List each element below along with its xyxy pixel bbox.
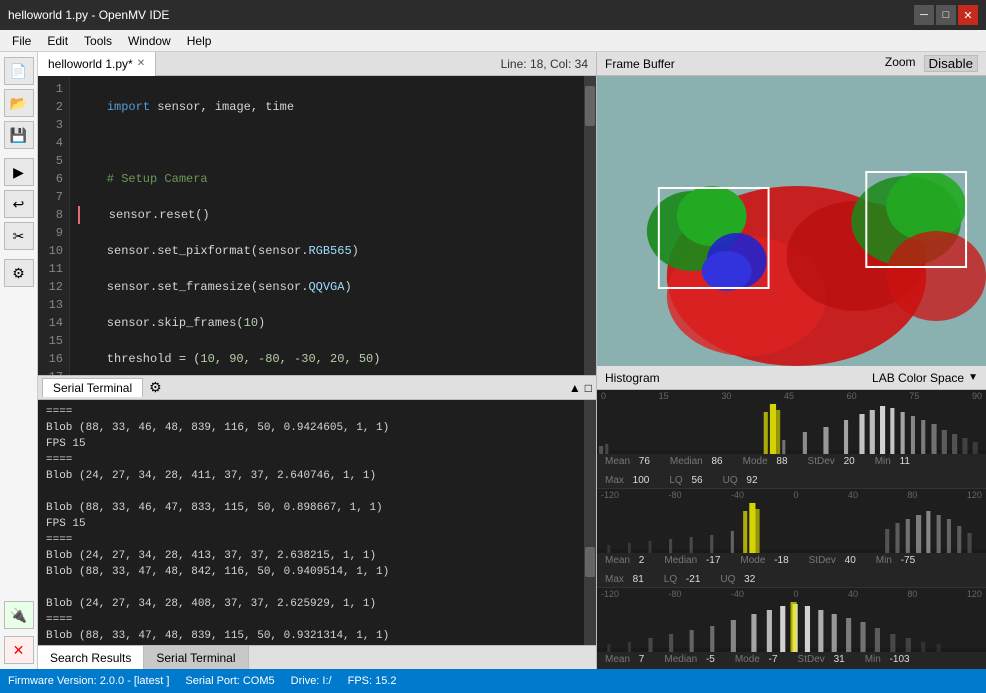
serial-line: Blob (88, 33, 47, 48, 839, 115, 50, 0.93…	[46, 628, 576, 644]
serial-settings-icon[interactable]: ⚙	[149, 379, 162, 396]
titlebar: helloworld 1.py - OpenMV IDE ─ □ ✕	[0, 0, 986, 30]
app-title: helloworld 1.py - OpenMV IDE	[8, 8, 169, 22]
menu-edit[interactable]: Edit	[39, 32, 76, 50]
statusbar: Firmware Version: 2.0.0 - [latest ] Seri…	[0, 669, 986, 693]
a-stats: Mean 2 Median -17 Mode -18 StDev 40 Min …	[597, 553, 986, 587]
run-button[interactable]: ▶	[4, 158, 34, 186]
b-axis: -120-80-4004080120	[597, 588, 986, 600]
serial-line: Blob (88, 33, 47, 48, 842, 116, 50, 0.94…	[46, 564, 576, 580]
histogram-panel: Histogram LAB Color Space ▼ 015304560759…	[597, 366, 986, 669]
left-toolbar: 📄 📂 💾 ▶ ↩ ✂ ⚙ 🔌 ✕	[0, 52, 38, 669]
serial-terminal-tab[interactable]: Serial Terminal	[42, 378, 143, 397]
cursor-position: Line: 18, Col: 34	[501, 57, 596, 71]
framebuffer-label: Frame Buffer	[605, 57, 675, 71]
menu-window[interactable]: Window	[120, 32, 179, 50]
search-results-label: Search Results	[50, 651, 131, 665]
serial-port: Serial Port: COM5	[185, 675, 274, 687]
stop-button[interactable]: ✕	[4, 636, 34, 664]
open-file-button[interactable]: 📂	[4, 89, 34, 117]
fps-display: FPS: 15.2	[348, 675, 397, 687]
l-stats: Mean 76 Median 86 Mode 88 StDev 20 Min 1…	[597, 454, 986, 488]
zoom-label: Zoom	[885, 55, 916, 72]
histogram-charts: 0153045607590	[597, 390, 986, 669]
save-file-button[interactable]: 💾	[4, 121, 34, 149]
serial-line: FPS 15	[46, 436, 576, 452]
serial-line: Blob (24, 27, 34, 28, 408, 37, 37, 2.625…	[46, 596, 576, 612]
serial-line: Blob (24, 27, 34, 28, 411, 37, 37, 2.640…	[46, 468, 576, 484]
serial-line: ====	[46, 452, 576, 468]
main-layout: 📄 📂 💾 ▶ ↩ ✂ ⚙ 🔌 ✕ helloworld 1.py* ✕ Lin…	[0, 52, 986, 669]
serial-line	[46, 580, 576, 596]
line-numbers: 12345 678910 1112131415 16171819	[38, 76, 70, 375]
histogram-label: Histogram	[605, 371, 660, 385]
editor-tab-bar: helloworld 1.py* ✕ Line: 18, Col: 34	[38, 52, 596, 76]
a-histogram-chart	[597, 501, 986, 553]
close-tab-button[interactable]: ✕	[137, 58, 145, 69]
serial-line: ====	[46, 612, 576, 628]
code-editor[interactable]: 12345 678910 1112131415 16171819 import …	[38, 76, 596, 375]
serial-panel: Serial Terminal ⚙ ▲ □ ==== Blob (88, 33,…	[38, 375, 596, 645]
center-panel: helloworld 1.py* ✕ Line: 18, Col: 34 123…	[38, 52, 596, 669]
serial-terminal-bottom-label: Serial Terminal	[156, 651, 235, 665]
histogram-l-channel: 0153045607590	[597, 390, 986, 489]
a-axis: -120-80-4004080120	[597, 489, 986, 501]
code-content[interactable]: import sensor, image, time # Setup Camer…	[70, 76, 584, 375]
serial-line: Blob (88, 33, 46, 47, 833, 115, 50, 0.89…	[46, 500, 576, 516]
framebuffer-header: Frame Buffer Zoom Disable	[597, 52, 986, 76]
histogram-b-channel: -120-80-4004080120	[597, 588, 986, 669]
framebuffer-image	[597, 76, 986, 366]
serial-vscrollbar[interactable]	[584, 400, 596, 645]
serial-line: Blob (24, 27, 34, 28, 413, 37, 37, 2.638…	[46, 548, 576, 564]
new-file-button[interactable]: 📄	[4, 57, 34, 85]
serial-line: Blob (88, 33, 46, 48, 839, 116, 50, 0.94…	[46, 420, 576, 436]
maximize-button[interactable]: □	[936, 5, 956, 25]
search-results-tab[interactable]: Search Results	[38, 646, 144, 670]
window-controls: ─ □ ✕	[914, 5, 978, 25]
serial-terminal-bottom-tab[interactable]: Serial Terminal	[144, 646, 248, 670]
bottom-tab-bar: Search Results Serial Terminal	[38, 645, 596, 669]
zoom-controls: Zoom Disable	[885, 55, 978, 72]
histogram-header: Histogram LAB Color Space ▼	[597, 366, 986, 390]
connect-button[interactable]: 🔌	[4, 601, 34, 629]
menu-help[interactable]: Help	[179, 32, 220, 50]
b-histogram-chart	[597, 600, 986, 652]
histogram-a-channel: -120-80-4004080120	[597, 489, 986, 588]
l-axis: 0153045607590	[597, 390, 986, 402]
l-histogram-chart	[597, 402, 986, 454]
disable-button[interactable]: Disable	[924, 55, 978, 72]
tab-label: helloworld 1.py*	[48, 57, 133, 71]
framebuffer-canvas	[597, 76, 986, 366]
serial-tab-bar: Serial Terminal ⚙ ▲ □	[38, 376, 596, 400]
serial-line	[46, 484, 576, 500]
color-space-chevron[interactable]: ▼	[968, 372, 978, 383]
serial-expand-button[interactable]: □	[585, 381, 592, 395]
firmware-version: Firmware Version: 2.0.0 - [latest ]	[8, 675, 169, 687]
scissors-button[interactable]: ✂	[4, 222, 34, 250]
serial-tab-label: Serial Terminal	[53, 381, 132, 395]
serial-collapse-button[interactable]: ▲	[569, 381, 581, 395]
serial-line: ====	[46, 532, 576, 548]
debug-button[interactable]: ↩	[4, 190, 34, 218]
serial-line: ====	[46, 404, 576, 420]
minimize-button[interactable]: ─	[914, 5, 934, 25]
close-button[interactable]: ✕	[958, 5, 978, 25]
drive-label: Drive: I:/	[291, 675, 332, 687]
b-stats: Mean 7 Median -5 Mode -7 StDev 31 Min -1…	[597, 652, 986, 669]
settings-button[interactable]: ⚙	[4, 259, 34, 287]
menu-tools[interactable]: Tools	[76, 32, 120, 50]
serial-line: FPS 15	[46, 516, 576, 532]
editor-vscrollbar[interactable]	[584, 76, 596, 375]
menubar: File Edit Tools Window Help	[0, 30, 986, 52]
editor-tab[interactable]: helloworld 1.py* ✕	[38, 52, 156, 76]
serial-output: ==== Blob (88, 33, 46, 48, 839, 116, 50,…	[38, 400, 584, 645]
right-panel: Frame Buffer Zoom Disable	[596, 52, 986, 669]
color-space-selector[interactable]: LAB Color Space	[872, 371, 964, 385]
menu-file[interactable]: File	[4, 32, 39, 50]
